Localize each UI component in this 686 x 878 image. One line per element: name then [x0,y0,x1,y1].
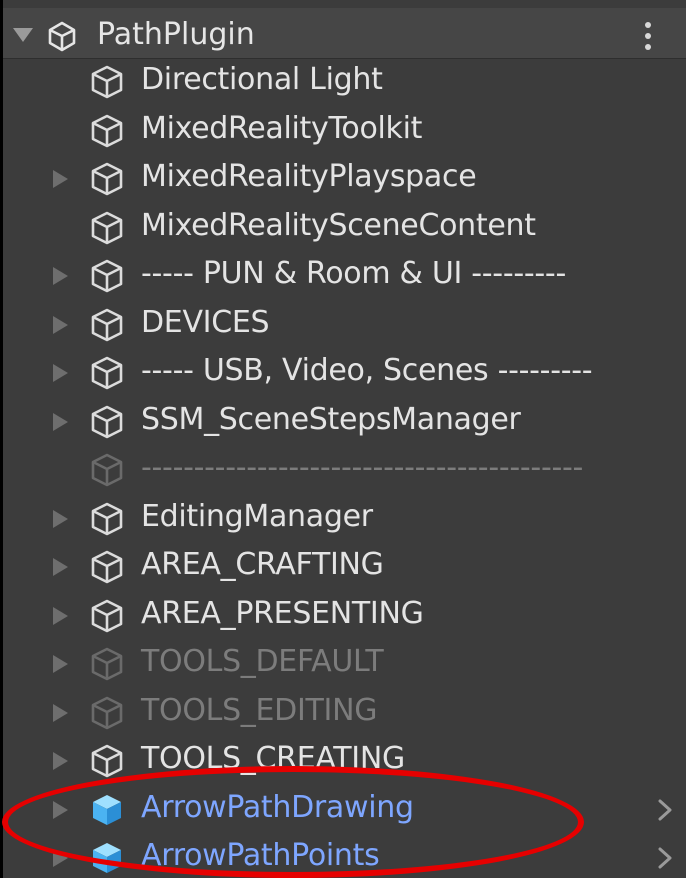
open-prefab-chevron-icon[interactable] [655,846,675,870]
foldout-arrow-icon[interactable] [53,752,68,770]
foldout-arrow-icon[interactable] [53,170,68,188]
hierarchy-item-label: ArrowPathPoints [141,838,380,873]
hierarchy-item-label: MixedRealityPlayspace [141,159,477,194]
gameobject-cube-icon [91,65,123,99]
hierarchy-item-label: TOOLS_CREATING [141,741,405,776]
hierarchy-item[interactable]: ----- USB, Video, Scenes --------- [3,349,686,397]
hierarchy-item[interactable]: EditingManager [3,495,686,543]
hierarchy-item[interactable]: ArrowPathDrawing [3,786,686,834]
hierarchy-item[interactable]: Directional Light [3,58,686,106]
hierarchy-item-label: MixedRealityToolkit [141,110,423,146]
scene-title: PathPlugin [97,17,255,52]
hierarchy-item[interactable]: AREA_PRESENTING [3,592,686,640]
hierarchy-item[interactable]: AREA_CRAFTING [3,543,686,591]
hierarchy-item[interactable]: ArrowPathPoints [3,834,686,878]
hierarchy-item-label: DEVICES [141,304,270,340]
hierarchy-item-label: AREA_CRAFTING [141,547,384,582]
hierarchy-item[interactable]: SSM_SceneStepsManager [3,398,686,446]
hierarchy-item[interactable]: MixedRealityPlayspace [3,155,686,203]
gameobject-cube-icon [91,647,123,681]
hierarchy-item-label: ArrowPathDrawing [141,789,414,825]
hierarchy-item[interactable]: ----------------------------------------… [3,446,686,494]
gameobject-cube-icon [91,211,123,244]
foldout-arrow-icon[interactable] [53,849,68,867]
hierarchy-item-label: ----- USB, Video, Scenes --------- [141,353,593,388]
prefab-cube-icon [93,794,121,825]
foldout-arrow-icon[interactable] [53,315,68,334]
foldout-arrow-icon[interactable] [53,606,68,625]
hierarchy-panel: PathPlugin Directional Light MixedReality… [3,0,686,878]
foldout-arrow-icon[interactable] [53,364,68,382]
scene-foldout-arrow[interactable] [13,28,33,42]
unity-logo-icon [48,21,76,52]
gameobject-cube-icon [91,114,123,147]
foldout-arrow-icon[interactable] [53,800,68,819]
hierarchy-item[interactable]: TOOLS_DEFAULT [3,640,686,688]
prefab-cube-icon [93,843,121,873]
gameobject-cube-icon [91,356,123,390]
gameobject-cube-icon [91,550,123,584]
hierarchy-item[interactable]: MixedRealitySceneContent [3,204,686,252]
foldout-arrow-icon[interactable] [53,703,68,722]
hierarchy-item-label: ----- PUN & Room & UI --------- [141,256,566,291]
hierarchy-item-label: TOOLS_EDITING [141,692,378,728]
gameobject-cube-icon [91,453,123,487]
foldout-arrow-icon[interactable] [53,267,68,285]
hierarchy-item-label: EditingManager [141,498,373,534]
hierarchy-item-label: Directional Light [141,62,383,97]
gameobject-cube-icon [91,405,123,438]
hierarchy-item-label: AREA_PRESENTING [141,595,424,631]
hierarchy-item-label: MixedRealitySceneContent [141,207,536,243]
gameobject-cube-icon [91,162,123,196]
gameobject-cube-icon [91,259,123,293]
hierarchy-item-label: ----------------------------------------… [141,450,584,485]
foldout-arrow-icon[interactable] [53,655,68,673]
hierarchy-item-label: TOOLS_DEFAULT [141,644,384,679]
hierarchy-item[interactable]: TOOLS_CREATING [3,737,686,785]
foldout-arrow-icon[interactable] [53,412,68,431]
scene-header[interactable]: PathPlugin [3,8,686,59]
gameobject-cube-icon [91,308,123,341]
hierarchy-item[interactable]: TOOLS_EDITING [3,689,686,737]
gameobject-cube-icon [91,599,123,632]
hierarchy-item-label: SSM_SceneStepsManager [141,401,521,437]
hierarchy-item[interactable]: MixedRealityToolkit [3,107,686,155]
gameobject-cube-icon [91,502,123,535]
foldout-arrow-icon[interactable] [53,509,68,528]
foldout-arrow-icon[interactable] [53,558,68,576]
hierarchy-item[interactable]: DEVICES [3,301,686,349]
gameobject-cube-icon [91,696,123,729]
hierarchy-item[interactable]: ----- PUN & Room & UI --------- [3,252,686,300]
kebab-menu-icon[interactable] [633,20,663,52]
gameobject-cube-icon [91,744,123,778]
open-prefab-chevron-icon[interactable] [655,798,675,822]
